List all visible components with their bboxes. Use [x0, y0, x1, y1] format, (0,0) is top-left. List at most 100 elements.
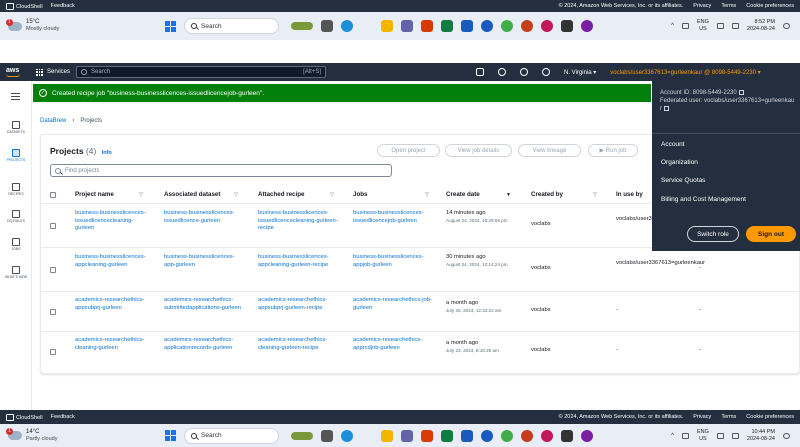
- cloudshell-button[interactable]: CloudShell: [6, 2, 43, 10]
- battery-icon[interactable]: [681, 23, 689, 29]
- sync-app-icon[interactable]: [501, 20, 513, 32]
- recipe-link[interactable]: academics-researchethics-cleaning-gurlee…: [258, 337, 338, 352]
- battery-icon[interactable]: [681, 432, 689, 439]
- excel-icon[interactable]: [441, 20, 453, 32]
- project-name-link[interactable]: academics-researchethics-appsubprj-gurle…: [75, 297, 150, 312]
- switch-role-button[interactable]: Switch role: [687, 226, 739, 242]
- task-view-icon[interactable]: [321, 20, 333, 32]
- dataset-link[interactable]: business-businesslicences-app-gurleen: [164, 254, 244, 269]
- project-name-link[interactable]: business-businesslicences-appcleaning-gu…: [75, 254, 150, 269]
- volume-icon[interactable]: [731, 23, 739, 29]
- terminal-icon[interactable]: [561, 429, 573, 442]
- cookie-preferences-link[interactable]: Cookie preferences: [746, 3, 794, 9]
- col-created-by[interactable]: Created by ▽: [531, 191, 597, 198]
- services-menu[interactable]: Services: [30, 68, 76, 76]
- account-menu-button[interactable]: voclabs/user3367613=gurleenkaur @ 8098-5…: [610, 69, 760, 76]
- taskbar-search[interactable]: Search: [184, 18, 279, 34]
- view-job-details-button[interactable]: View job details: [445, 144, 512, 157]
- notifications-icon[interactable]: [783, 23, 790, 29]
- rail-recipes[interactable]: RECIPES: [0, 183, 32, 196]
- col-create-date[interactable]: Create date ▼: [446, 191, 511, 198]
- start-icon[interactable]: [165, 430, 176, 441]
- col-in-use-by[interactable]: In use by: [616, 191, 643, 198]
- rail-dq-rules[interactable]: DQ RULES: [0, 210, 32, 223]
- row-checkbox[interactable]: [50, 267, 56, 273]
- menu-billing[interactable]: Billing and Cost Management: [661, 196, 746, 203]
- feedback-link[interactable]: Feedback: [51, 3, 75, 9]
- tray-chevron-icon[interactable]: ^: [671, 433, 674, 439]
- row-checkbox[interactable]: [50, 309, 56, 315]
- col-attached-recipe[interactable]: Attached recipe ▽: [258, 191, 334, 198]
- sync-app-icon[interactable]: [501, 429, 513, 442]
- wifi-icon[interactable]: [716, 432, 724, 439]
- job-link[interactable]: business-businesslicences-issuedlicencej…: [353, 210, 438, 225]
- office-icon[interactable]: [421, 20, 433, 32]
- job-link[interactable]: academics-researchethics-apprcdjob-gurle…: [353, 337, 438, 352]
- language-indicator[interactable]: ENG US: [697, 19, 709, 33]
- col-associated-dataset[interactable]: Associated dataset ▽: [164, 191, 238, 198]
- powerpoint-icon[interactable]: [521, 429, 533, 442]
- breadcrumb-databrew[interactable]: DataBrew: [40, 118, 66, 124]
- feedback-link[interactable]: Feedback: [51, 414, 75, 420]
- excel-icon[interactable]: [441, 429, 453, 442]
- wifi-icon[interactable]: [716, 23, 724, 29]
- region-selector[interactable]: N. Virginia ▾: [564, 69, 596, 76]
- job-link[interactable]: academics-researchethics-job-gurleen: [353, 297, 438, 312]
- recipe-link[interactable]: business-businesslicences-appcleaning-gu…: [258, 254, 338, 269]
- word-icon[interactable]: [461, 429, 473, 442]
- copy-icon[interactable]: [738, 89, 744, 95]
- dataset-link[interactable]: business-businesslicences-issuedlicence-…: [164, 210, 244, 225]
- row-checkbox[interactable]: [50, 223, 56, 229]
- project-name-link[interactable]: business-businesslicences-issuedlicencec…: [75, 210, 150, 233]
- privacy-link[interactable]: Privacy: [693, 3, 711, 9]
- rail-jobs[interactable]: JOBS: [0, 238, 32, 251]
- notifications-icon[interactable]: [783, 432, 790, 439]
- powerpoint-icon[interactable]: [521, 20, 533, 32]
- taskbar-clock[interactable]: 8:52 PM 2024-08-24: [747, 19, 775, 33]
- file-explorer-icon[interactable]: [381, 20, 393, 32]
- rail-projects[interactable]: PROJECTS: [0, 149, 32, 162]
- game-app-icon[interactable]: [291, 431, 313, 440]
- table-row[interactable]: business-businesslicences-appcleaning-gu…: [41, 248, 800, 292]
- row-checkbox[interactable]: [50, 349, 56, 355]
- terms-link[interactable]: Terms: [721, 3, 736, 9]
- teams-chat-icon[interactable]: [481, 429, 493, 442]
- file-explorer-icon[interactable]: [381, 429, 393, 442]
- aws-logo[interactable]: aws: [0, 67, 30, 77]
- find-projects-input[interactable]: Find projects: [50, 164, 392, 177]
- rail-whats-new[interactable]: WHAT'S NEW: [0, 266, 32, 279]
- terms-link[interactable]: Terms: [721, 414, 736, 420]
- gear-icon[interactable]: [542, 68, 551, 76]
- teams-chat-icon[interactable]: [481, 20, 493, 32]
- start-icon[interactable]: [165, 20, 176, 32]
- dataset-link[interactable]: academics-researchethics-submittedapplic…: [164, 297, 244, 312]
- misc-app-icon[interactable]: [581, 429, 593, 442]
- cloudshell-icon[interactable]: [476, 68, 485, 76]
- bell-icon[interactable]: [498, 68, 507, 76]
- chrome-icon[interactable]: [541, 20, 553, 32]
- weather-widget[interactable]: 1 15°C Mostly cloudy: [0, 18, 150, 33]
- console-search[interactable]: Search [Alt+S]: [76, 66, 327, 78]
- cookie-preferences-link[interactable]: Cookie preferences: [746, 414, 794, 420]
- menu-account[interactable]: Account: [661, 141, 685, 148]
- game-app-icon[interactable]: [291, 22, 313, 30]
- office-icon[interactable]: [421, 429, 433, 442]
- word-icon[interactable]: [461, 20, 473, 32]
- language-indicator[interactable]: ENG US: [697, 429, 709, 443]
- edge-icon[interactable]: [341, 20, 353, 32]
- view-lineage-button[interactable]: View lineage: [518, 144, 581, 157]
- tray-chevron-icon[interactable]: ^: [671, 23, 674, 29]
- privacy-link[interactable]: Privacy: [693, 414, 711, 420]
- select-all-checkbox[interactable]: [50, 192, 56, 198]
- edge-icon[interactable]: [341, 429, 353, 442]
- misc-app-icon[interactable]: [581, 20, 593, 32]
- sign-out-button[interactable]: Sign out: [746, 226, 796, 242]
- run-job-button[interactable]: ▶ Run job: [588, 144, 638, 157]
- weather-widget[interactable]: 1 14°C Partly cloudy: [0, 428, 150, 443]
- table-row[interactable]: academics-researchethics-appsubprj-gurle…: [41, 292, 800, 332]
- teams-icon[interactable]: [401, 20, 413, 32]
- table-row[interactable]: academics-researchethics-cleaning-gurlee…: [41, 332, 800, 372]
- copy-icon[interactable]: [664, 105, 669, 111]
- task-view-icon[interactable]: [321, 429, 333, 442]
- col-project-name[interactable]: Project name ▽: [75, 191, 143, 198]
